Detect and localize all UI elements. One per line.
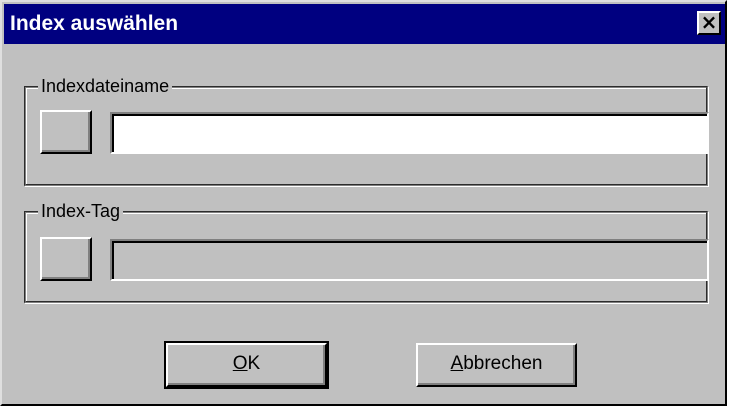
index-tag-input[interactable] <box>110 239 709 281</box>
ok-mnemonic: O <box>232 353 248 374</box>
group-index-filename: Indexdateiname <box>24 74 709 186</box>
ok-label-rest: K <box>247 353 261 374</box>
group-label-index-tag: Index-Tag <box>38 199 124 223</box>
window-title: Index auswählen <box>10 12 179 35</box>
group-index-tag: Index-Tag <box>24 199 709 303</box>
cancel-mnemonic: A <box>450 353 464 374</box>
dialog-window: Index auswählen × Indexdateiname Index-T… <box>0 0 727 406</box>
group-label-index-filename: Indexdateiname <box>38 74 173 98</box>
close-icon: × <box>700 10 718 34</box>
index-filename-input[interactable] <box>110 112 709 154</box>
close-button[interactable]: × <box>697 11 721 35</box>
cancel-label-rest: bbrechen <box>463 353 543 374</box>
browse-index-file-button[interactable] <box>40 110 92 154</box>
title-bar[interactable]: Index auswählen × <box>4 4 725 44</box>
cancel-button[interactable]: Abbrechen <box>416 343 577 387</box>
ok-button[interactable]: OK <box>164 341 329 389</box>
select-index-tag-button[interactable] <box>40 237 92 281</box>
